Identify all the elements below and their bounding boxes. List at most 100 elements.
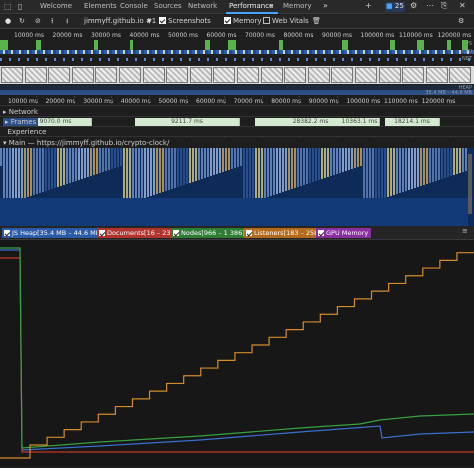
- main-thread-flamechart[interactable]: [0, 148, 474, 226]
- screenshot-thumbnail: [378, 67, 401, 83]
- add-tab-icon[interactable]: +: [365, 1, 372, 10]
- screenshot-thumbnail: [237, 67, 259, 83]
- ruler-tick-label: 80000 ms: [271, 98, 302, 105]
- reload-record-icon[interactable]: ↻: [19, 17, 25, 25]
- overview-tick-label: 100000 ms: [360, 32, 395, 39]
- clear-icon[interactable]: ⊘: [35, 17, 41, 25]
- tab-performance[interactable]: Performance: [229, 2, 273, 10]
- flame-slice: [306, 148, 308, 184]
- tab-network[interactable]: Network: [188, 2, 217, 10]
- documents-checkbox[interactable]: [99, 230, 105, 236]
- flame-slice: [423, 148, 425, 185]
- counter-gpu-memory[interactable]: GPU Memory: [316, 228, 372, 238]
- counter-js-heap[interactable]: JS Heap[35.4 MB – 44.6 MB]: [2, 228, 106, 238]
- tracks-scrollbar[interactable]: [468, 154, 472, 214]
- flame-slice: [270, 148, 272, 196]
- feedback-icon[interactable]: ⎘: [441, 1, 447, 11]
- listeners-checkbox[interactable]: [246, 230, 252, 236]
- customize-menu-icon[interactable]: ⋯: [426, 1, 434, 10]
- flame-slice: [138, 148, 140, 200]
- ruler-tick-label: 40000 ms: [120, 98, 151, 105]
- screenshot-thumbnail: [119, 67, 141, 83]
- flame-slice: [153, 148, 155, 195]
- flame-slice: [180, 148, 182, 186]
- screenshot-thumbnail: [71, 67, 94, 83]
- flame-slice: [240, 148, 242, 166]
- network-track[interactable]: ▸ Network: [0, 107, 474, 117]
- flame-slice: [288, 148, 290, 190]
- settings-gear-icon[interactable]: ⚙: [410, 1, 417, 10]
- overview-tick-label: 120000 ms: [437, 32, 472, 39]
- main-thread-label: ▾ Main — https://jimmyff.github.io/crypt…: [3, 139, 170, 147]
- close-devtools-icon[interactable]: ✕: [459, 1, 466, 10]
- counters-menu-icon[interactable]: ≡: [462, 227, 468, 235]
- more-tabs-icon[interactable]: »: [323, 1, 328, 10]
- capture-settings-icon[interactable]: ⚙: [458, 17, 464, 25]
- flame-slice: [273, 148, 275, 195]
- counter-listeners[interactable]: Listeners[183 – 258]: [244, 228, 324, 238]
- flame-slice: [465, 148, 467, 171]
- flame-slice: [447, 148, 449, 177]
- upload-profile-icon[interactable]: ⭱: [51, 17, 53, 28]
- tab-memory[interactable]: Memory: [283, 2, 311, 10]
- flame-slice: [105, 148, 107, 171]
- flame-slice: [36, 148, 38, 194]
- counter-documents[interactable]: Documents[16 – 23]: [97, 228, 177, 238]
- js-heap-checkbox[interactable]: [4, 230, 10, 236]
- flame-slice: [204, 148, 206, 178]
- flame-slice: [189, 148, 191, 183]
- memory-checkbox[interactable]: [224, 17, 231, 24]
- memory-label: Memory: [233, 17, 262, 25]
- screenshots-checkbox[interactable]: [159, 17, 166, 24]
- flame-slice: [237, 148, 239, 167]
- flame-slice: [222, 148, 224, 172]
- flame-slice: [99, 148, 101, 173]
- screenshots-toggle[interactable]: Screenshots: [159, 17, 211, 25]
- webvitals-checkbox[interactable]: [263, 17, 270, 24]
- ruler-tick-label: 90000 ms: [308, 98, 339, 105]
- flame-slice: [387, 148, 389, 197]
- counter-nodes[interactable]: Nodes[966 – 1 386]: [171, 228, 248, 238]
- inspect-element-icon[interactable]: ⬚: [4, 2, 12, 11]
- flame-slice: [372, 148, 374, 202]
- ruler-tick-label: 60000 ms: [196, 98, 226, 105]
- flame-slice: [12, 148, 14, 202]
- nodes-checkbox[interactable]: [173, 230, 179, 236]
- issues-badge[interactable]: ■ 25: [385, 2, 405, 12]
- device-toolbar-icon[interactable]: ▯: [18, 2, 22, 11]
- overview-tick-label: 30000 ms: [91, 32, 121, 39]
- close-tab-icon[interactable]: ✕: [269, 3, 274, 10]
- screenshot-thumbnail: [260, 67, 283, 83]
- flame-slice: [150, 148, 152, 196]
- session-select[interactable]: jimmyff.github.io #1: [84, 17, 156, 25]
- screenshot-thumbnail: [284, 67, 307, 83]
- screenshot-thumbnail: [425, 67, 448, 83]
- gpu-memory-checkbox[interactable]: [318, 230, 324, 236]
- download-profile-icon[interactable]: ⭳: [66, 17, 68, 28]
- flame-slice: [459, 148, 461, 173]
- flame-slice: [297, 148, 299, 187]
- flame-slice: [261, 148, 263, 199]
- collect-garbage-icon[interactable]: 🗑: [312, 17, 321, 25]
- memory-toggle[interactable]: Memory: [224, 17, 261, 25]
- webvitals-toggle[interactable]: Web Vitals: [263, 17, 309, 25]
- record-icon[interactable]: ●: [5, 17, 11, 25]
- main-url-label: Main — https://jimmyff.github.io/crypto-…: [8, 139, 170, 147]
- experience-track[interactable]: Experience: [0, 127, 474, 137]
- flame-slice: [312, 148, 314, 182]
- tab-console[interactable]: Console: [120, 2, 148, 10]
- frames-track[interactable]: ▸ Frames 9070.0 ms 9211.7 ms 28382.2 ms 103…: [0, 117, 474, 127]
- flame-slice: [63, 148, 65, 185]
- flame-slice: [345, 148, 347, 171]
- flame-slice: [258, 148, 260, 200]
- main-thread-header[interactable]: ▾ Main — https://jimmyff.github.io/crypt…: [0, 138, 474, 148]
- memory-counters-graph[interactable]: [0, 240, 474, 466]
- tab-welcome[interactable]: Welcome: [40, 2, 72, 10]
- tab-elements[interactable]: Elements: [84, 2, 117, 10]
- tab-sources[interactable]: Sources: [154, 2, 182, 10]
- screenshots-filmstrip[interactable]: [0, 66, 474, 84]
- flame-slice: [117, 148, 119, 167]
- flame-slice: [315, 148, 317, 181]
- js-heap-label: JS Heap[35.4 MB – 44.6 MB]: [12, 229, 103, 237]
- session-dropdown-icon[interactable]: ▼: [147, 18, 152, 25]
